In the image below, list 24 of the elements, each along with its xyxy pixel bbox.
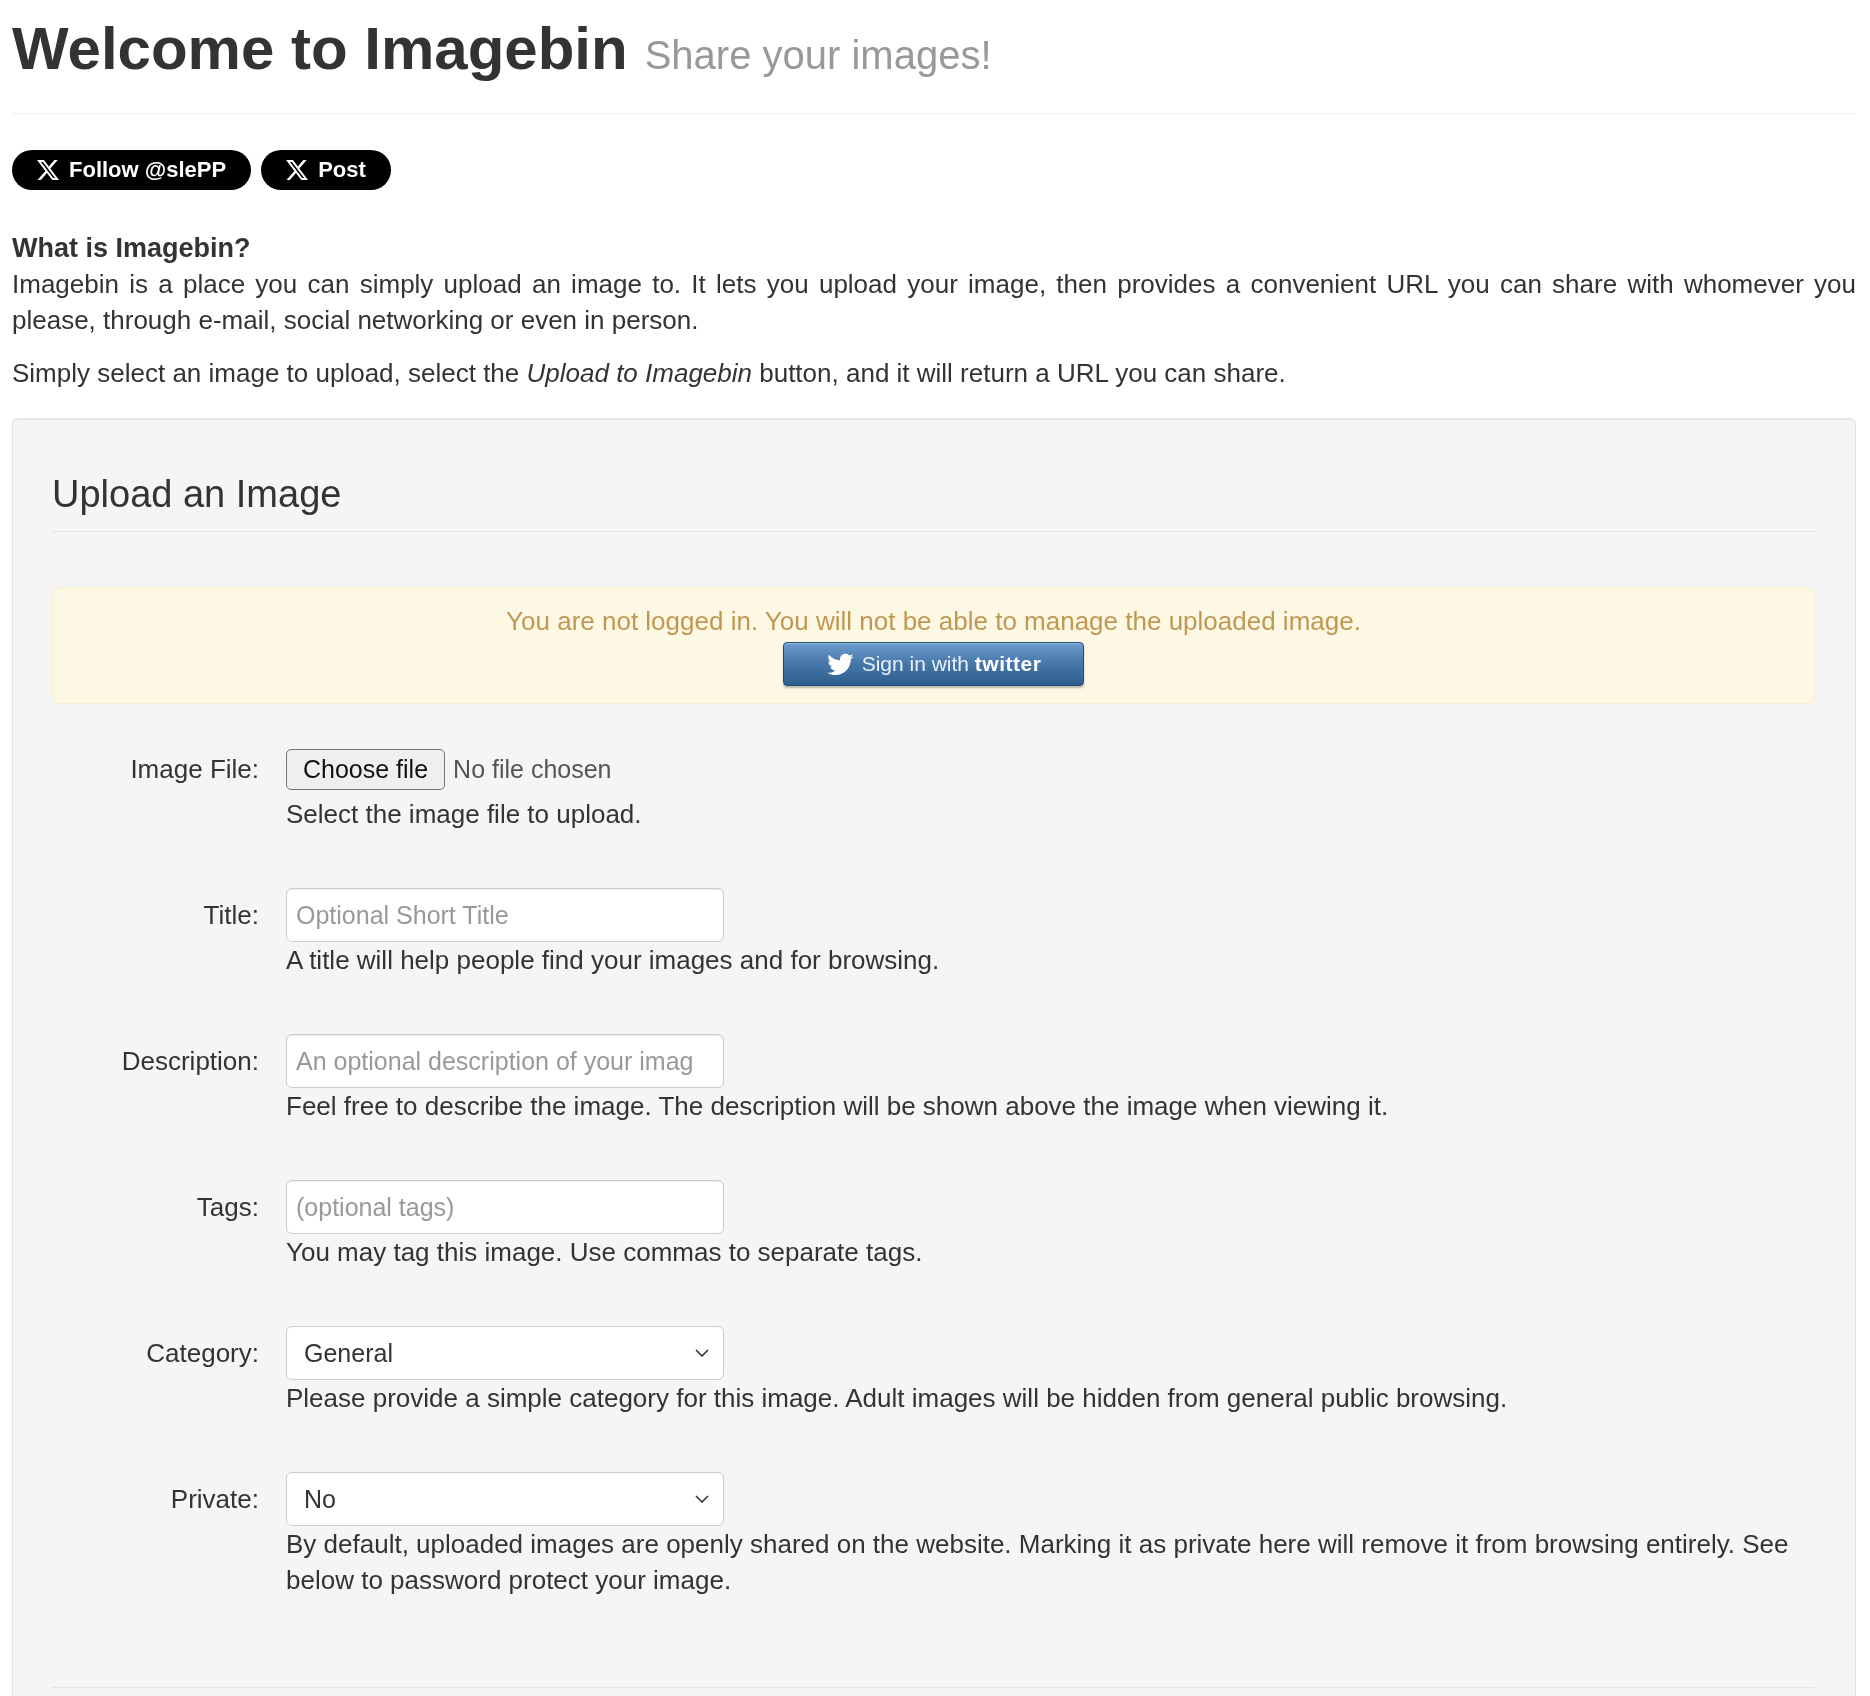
intro-paragraph: Simply select an image to upload, select the Upload to Imagebin button, and it will return a URL you can share. [12,357,1287,390]
social-share-button[interactable]: Follow @slePP [12,150,252,190]
alert-message: You are not logged in. You will not be able to manage the uploaded image. [505,605,1362,638]
field-label: Description: [121,1045,259,1078]
field-label: Private: [170,1483,259,1516]
page-title: Welcome to Imagebin [12,14,628,84]
help-text: By default, uploaded images are openly shared on the website. Marking it as private here will remove it from browsing entirely. See below to password protect your image. [286,1528,1790,1597]
x-logo-icon [286,160,309,180]
help-text: A title will help people find your images and for browsing. [286,944,940,977]
field-label: Image File: [130,753,259,786]
section-heading: What is Imagebin? [12,232,252,265]
help-text: Please provide a simple category for this image. Adult images will be hidden from general public browsing. [286,1382,1508,1415]
x-logo-icon [37,160,59,180]
social-share-button[interactable]: Post [261,150,391,190]
help-text: Feel free to describe the image. The description will be shown above the image when viewing it. [286,1090,1389,1123]
field-label: Category: [146,1337,259,1370]
help-text: Select the image file to upload. [286,798,642,831]
page-subtitle: Share your images! [644,32,992,79]
field-label: Title: [203,899,259,932]
field-label: Tags: [196,1191,259,1224]
help-text: You may tag this image. Use commas to separate tags. [286,1236,923,1269]
intro-paragraph: Imagebin is a place you can simply upload an image to. It lets you upload your image, then provides a convenient URL you can share with whomever you please, through e-mail, social networking or even in person. [12,268,1856,337]
section-title: Upload an Image [52,473,342,515]
file-status-text: No file chosen [453,753,612,785]
